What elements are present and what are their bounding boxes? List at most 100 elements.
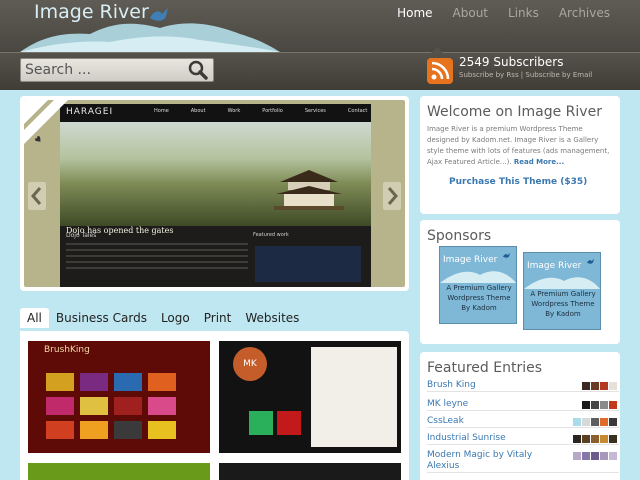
featured-entry[interactable]: MK leyne (427, 399, 619, 411)
search-input[interactable] (25, 61, 175, 79)
chevron-left-icon (31, 187, 42, 205)
shot-nav-item: Work (227, 108, 241, 114)
color-swatch (591, 418, 599, 426)
color-swatches (572, 418, 617, 426)
color-swatch (609, 452, 617, 460)
mk-tiles (249, 411, 301, 435)
rss-icon[interactable] (427, 58, 453, 84)
featured-entry-link[interactable]: MK leyne (427, 399, 553, 410)
purchase-link[interactable]: Purchase This Theme ($35) (420, 177, 620, 187)
sponsors-title: Sponsors (427, 228, 492, 244)
color-swatch (591, 401, 599, 409)
shot-logo: HARAGEI (66, 107, 114, 117)
color-swatch (609, 382, 617, 390)
color-swatch (582, 435, 590, 443)
tab-websites[interactable]: Websites (238, 308, 306, 328)
svg-text:♥: ♥ (33, 134, 44, 144)
gallery-grid: BrushKing MK (20, 331, 409, 480)
read-more-link[interactable]: Read More... (514, 158, 564, 166)
color-swatch (600, 418, 608, 426)
thumbnail (114, 373, 142, 391)
gallery-item-4[interactable] (219, 463, 401, 480)
featured-entry-link[interactable]: Modern Magic by Vitaly Alexius (427, 450, 553, 472)
featured-entry[interactable]: CssLeak (427, 416, 619, 428)
color-swatches (572, 435, 617, 443)
featured-ribbon-icon: ♥ (24, 100, 68, 144)
text-line (66, 243, 248, 245)
tab-all[interactable]: All (20, 308, 49, 328)
color-swatch (600, 382, 608, 390)
tab-print[interactable]: Print (197, 308, 239, 328)
shot-header: HARAGEI Home About Work Portfolio Servic… (60, 104, 371, 122)
color-swatches (572, 452, 617, 460)
tile (249, 411, 273, 435)
featured-slide[interactable]: HARAGEI Home About Work Portfolio Servic… (24, 100, 405, 287)
subscribe-links[interactable]: Subscribe by Rss | Subscribe by Email (459, 71, 592, 79)
search-icon[interactable] (187, 60, 209, 80)
sponsors-widget: Sponsors Image River A Premium Gallery W… (420, 220, 620, 344)
color-swatch (600, 401, 608, 409)
tile (277, 411, 301, 435)
nav-about[interactable]: About (453, 6, 488, 20)
color-swatch (609, 418, 617, 426)
color-swatch (600, 452, 608, 460)
featured-entry-link[interactable]: CssLeak (427, 416, 553, 427)
thumbnail (80, 397, 108, 415)
featured-entry[interactable]: Modern Magic by Vitaly Alexius (427, 450, 619, 473)
tab-business-cards[interactable]: Business Cards (49, 308, 154, 328)
site-logo[interactable]: Image River (34, 1, 149, 23)
sponsor-ad[interactable]: Image River A Premium Gallery Wordpress … (523, 252, 601, 330)
thumbnail (80, 373, 108, 391)
color-swatch (573, 452, 581, 460)
featured-entry[interactable]: Industrial Sunrise (427, 433, 619, 445)
thumbnail (148, 373, 176, 391)
shot-nav-item: Contact (347, 108, 368, 114)
shot-nav: Home About Work Portfolio Services Conta… (154, 108, 367, 114)
slider-next-button[interactable] (383, 182, 401, 210)
featured-entries-widget: Featured Entries Brush King MK leyne CssLe… (420, 352, 620, 480)
color-swatch (609, 435, 617, 443)
color-swatch (591, 452, 599, 460)
featured-entry-link[interactable]: Brush King (427, 380, 553, 391)
thumbnail (46, 373, 74, 391)
gallery-item-3[interactable] (28, 463, 210, 480)
thumbnail (46, 421, 74, 439)
color-swatch (573, 435, 581, 443)
color-swatch (573, 418, 581, 426)
tab-logo[interactable]: Logo (154, 308, 197, 328)
featured-entries-title: Featured Entries (427, 360, 543, 376)
color-swatch (609, 401, 617, 409)
color-swatch (600, 435, 608, 443)
text-line (66, 261, 248, 263)
thumbnail-grid (46, 373, 176, 439)
shot-hero-landscape: Dojo has opened the gates (60, 122, 371, 235)
thumbnail (148, 397, 176, 415)
color-swatch (591, 382, 599, 390)
slider-prev-button[interactable] (28, 182, 46, 210)
featured-entry[interactable]: Brush King (427, 380, 619, 392)
text-line (66, 249, 248, 251)
color-swatch (582, 382, 590, 390)
welcome-widget: Welcome on Image River Image River is a … (420, 96, 620, 214)
shot-nav-item: Services (304, 108, 326, 114)
search-bar-row: 2549 Subscribers Subscribe by Rss | Subs… (0, 47, 640, 90)
thumbnail (46, 397, 74, 415)
color-swatch (591, 435, 599, 443)
thumbnail (114, 421, 142, 439)
nav-archives[interactable]: Archives (559, 6, 610, 20)
nav-links[interactable]: Links (508, 6, 539, 20)
bird-icon (587, 258, 594, 264)
site-header: Image River Home About Links Archives (0, 0, 640, 52)
gallery-item-brushking[interactable]: BrushKing (28, 341, 210, 453)
nav-pointer (431, 47, 443, 53)
thumbnail (80, 421, 108, 439)
featured-entry-link[interactable]: Industrial Sunrise (427, 433, 553, 444)
welcome-title: Welcome on Image River (427, 104, 602, 120)
nav-home[interactable]: Home (397, 6, 432, 20)
gallery-item-mk[interactable]: MK (219, 341, 401, 453)
ad-subtitle: A Premium Gallery Wordpress Theme By Kad… (446, 284, 512, 312)
color-swatch (582, 452, 590, 460)
chevron-right-icon (387, 187, 398, 205)
shot-right-heading: Featured work (253, 232, 289, 238)
sponsor-ad[interactable]: Image River A Premium Gallery Wordpress … (439, 246, 517, 324)
